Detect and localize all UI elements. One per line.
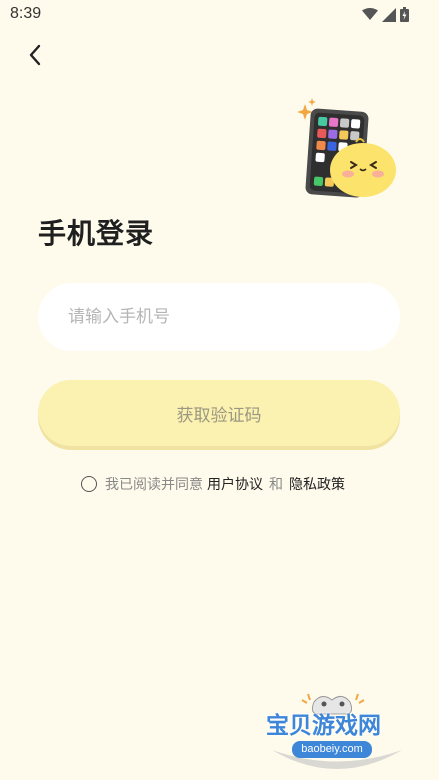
watermark-url: baobeiy.com bbox=[292, 741, 372, 758]
get-code-button[interactable]: 获取验证码 bbox=[38, 380, 400, 446]
watermark-logo: 宝贝游戏网 baobeiy.com bbox=[262, 688, 412, 778]
wifi-icon bbox=[362, 8, 378, 20]
signal-icon bbox=[382, 7, 396, 22]
agreement-text: 我已阅读并同意 bbox=[105, 477, 203, 493]
status-time: 8:39 bbox=[10, 5, 42, 22]
battery-icon bbox=[400, 7, 409, 22]
user-agreement-link[interactable]: 用户协议 bbox=[207, 474, 263, 494]
watermark-text: 宝贝游戏网 bbox=[266, 713, 381, 739]
chevron-left-icon bbox=[29, 44, 41, 66]
privacy-policy-link[interactable]: 隐私政策 bbox=[289, 474, 345, 494]
agreement-row: 我已阅读并同意 用户协议 和 隐私政策 bbox=[81, 474, 345, 494]
page-title: 手机登录 bbox=[38, 217, 155, 250]
status-bar: 8:39 bbox=[0, 0, 439, 30]
status-icons bbox=[362, 7, 409, 22]
agreement-checkbox[interactable] bbox=[81, 476, 97, 492]
back-button[interactable] bbox=[20, 40, 50, 70]
agreement-and: 和 bbox=[269, 477, 283, 493]
mascot-illustration bbox=[297, 98, 396, 198]
phone-input[interactable] bbox=[38, 283, 400, 351]
